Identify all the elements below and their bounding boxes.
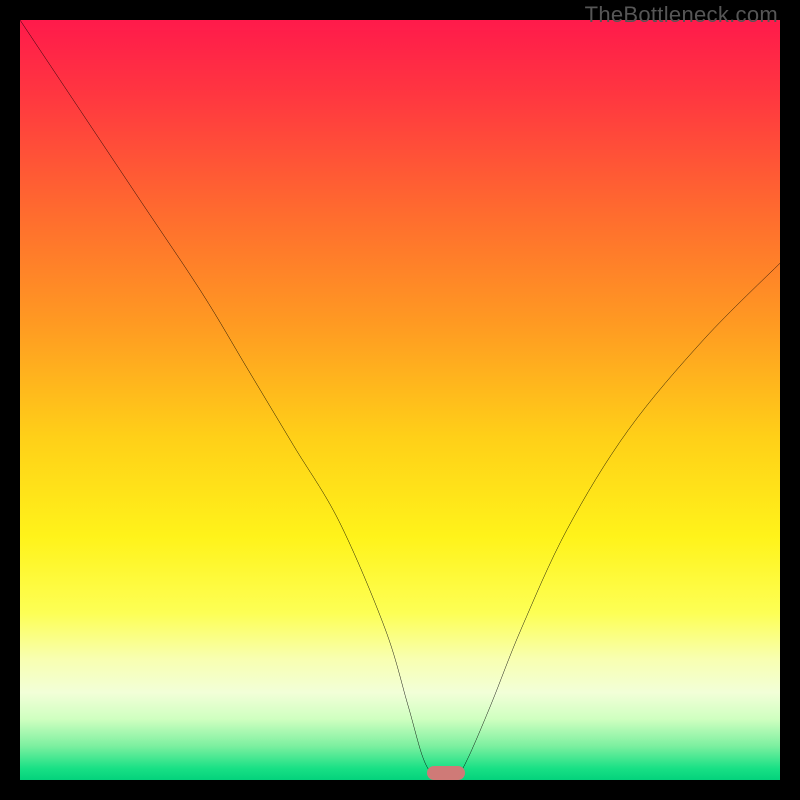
bottleneck-curve	[20, 20, 780, 780]
minimum-marker	[427, 766, 465, 780]
plot-area	[20, 20, 780, 780]
chart-frame: TheBottleneck.com	[0, 0, 800, 800]
watermark-text: TheBottleneck.com	[585, 2, 778, 28]
